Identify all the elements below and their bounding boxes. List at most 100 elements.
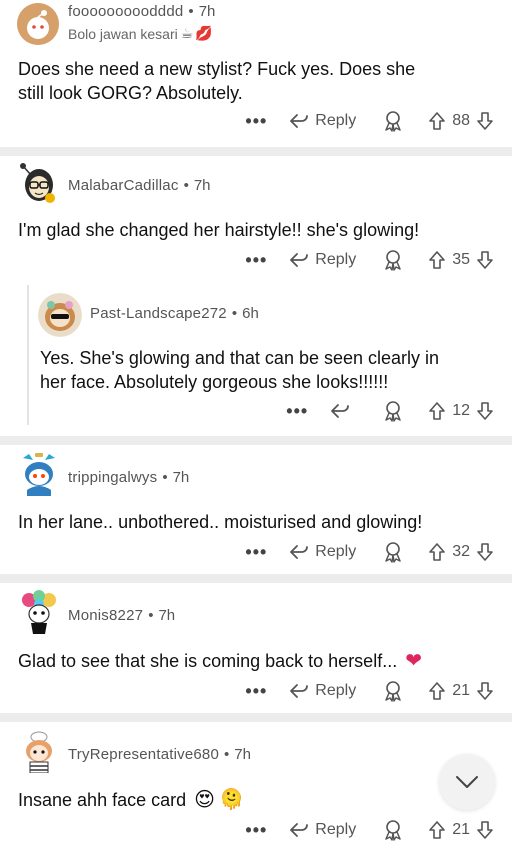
reply-arrow-icon: [290, 823, 309, 837]
username[interactable]: trippingalwys: [68, 469, 157, 486]
upvote-arrow-icon[interactable]: [428, 111, 446, 131]
vote-count: 21: [452, 821, 470, 838]
comment-header: trippingalwys • 7h: [68, 469, 189, 486]
comment-body: In her lane.. unbothered.. moisturised a…: [18, 512, 423, 532]
downvote-arrow-icon[interactable]: [476, 542, 494, 562]
reply-arrow-icon: [290, 253, 309, 267]
comment-actions: ••• Reply 21: [245, 817, 494, 843]
scroll-down-button[interactable]: [439, 754, 495, 810]
vote-controls: 12: [428, 401, 494, 421]
separator-dot: •: [188, 3, 194, 20]
separator-dot: •: [162, 469, 168, 486]
more-options-icon[interactable]: •••: [245, 251, 267, 269]
timestamp: 7h: [193, 177, 211, 194]
more-options-icon[interactable]: •••: [245, 821, 267, 839]
award-icon: [385, 401, 401, 422]
downvote-arrow-icon[interactable]: [476, 250, 494, 270]
more-options-icon[interactable]: •••: [286, 402, 308, 420]
username[interactable]: TryRepresentative680: [68, 746, 219, 763]
award-button[interactable]: [382, 400, 404, 422]
award-icon: [385, 542, 401, 563]
vote-count: 12: [452, 402, 470, 419]
comment-body: I'm glad she changed her hairstyle!! she…: [18, 220, 420, 240]
vote-count: 32: [452, 543, 470, 560]
more-options-icon[interactable]: •••: [245, 543, 267, 561]
heart-eyes-emoji-icon: 😍: [194, 789, 215, 811]
username[interactable]: Monis8227: [68, 607, 143, 624]
timestamp: 7h: [158, 607, 176, 624]
comment-actions: ••• Reply 88: [245, 108, 494, 134]
downvote-arrow-icon[interactable]: [476, 820, 494, 840]
lips-emoji-icon: 💋: [195, 25, 213, 41]
avatar[interactable]: [38, 293, 82, 337]
comment-actions: ••• Reply 35: [245, 247, 494, 273]
username[interactable]: fooooooooodddd: [68, 3, 183, 20]
vote-count: 88: [452, 112, 470, 129]
separator-dot: •: [231, 305, 238, 322]
comment-body: Glad to see that she is coming back to h…: [18, 650, 422, 672]
melting-face-emoji-icon: 🫠: [218, 789, 244, 811]
reply-arrow-icon: [290, 684, 309, 698]
username[interactable]: MalabarCadillac: [68, 177, 179, 194]
upvote-arrow-icon[interactable]: [428, 681, 446, 701]
reply-button[interactable]: Reply: [289, 543, 356, 561]
vote-controls: 88: [428, 111, 494, 131]
red-heart-emoji-icon: ❤: [405, 650, 422, 672]
award-button[interactable]: [382, 249, 404, 271]
vote-controls: 32: [428, 542, 494, 562]
reply-button[interactable]: Reply: [289, 821, 356, 839]
reply-arrow-icon: [331, 404, 350, 418]
comment-header: Past-Landscape272 • 6h: [90, 305, 259, 322]
comment-body: Insane ahh face card 😍 🫠: [18, 789, 244, 811]
username[interactable]: Past-Landscape272: [90, 305, 227, 322]
comment-header: TryRepresentative680 • 7h: [68, 746, 251, 763]
award-button[interactable]: [382, 819, 404, 841]
avatar[interactable]: [17, 163, 61, 207]
reply-button[interactable]: Reply: [289, 251, 356, 269]
chevron-down-icon: [456, 776, 478, 788]
vote-controls: 21: [428, 820, 494, 840]
comment-actions: ••• 12: [286, 398, 494, 424]
timestamp: 6h: [242, 305, 259, 322]
award-icon: [385, 681, 401, 702]
coffee-emoji-icon: ☕: [180, 25, 194, 41]
more-options-icon[interactable]: •••: [245, 682, 267, 700]
downvote-arrow-icon[interactable]: [476, 681, 494, 701]
comment-header: MalabarCadillac • 7h: [68, 177, 211, 194]
award-button[interactable]: [382, 110, 404, 132]
reply-arrow-icon: [290, 545, 309, 559]
vote-controls: 35: [428, 250, 494, 270]
award-icon: [385, 250, 401, 271]
timestamp: 7h: [172, 469, 190, 486]
avatar[interactable]: [17, 590, 61, 634]
comment-divider: [0, 713, 512, 722]
upvote-arrow-icon[interactable]: [428, 820, 446, 840]
downvote-arrow-icon[interactable]: [476, 111, 494, 131]
upvote-arrow-icon[interactable]: [428, 542, 446, 562]
comment-divider: [0, 436, 512, 445]
comment-body: Does she need a new stylist? Fuck yes. D…: [18, 59, 416, 103]
separator-dot: •: [148, 607, 154, 624]
timestamp: 7h: [198, 3, 216, 20]
more-options-icon[interactable]: •••: [245, 112, 267, 130]
user-flair: Bolo jawan kesari ☕ 💋: [68, 25, 213, 42]
avatar[interactable]: [17, 452, 61, 496]
vote-controls: 21: [428, 681, 494, 701]
comment-body: Yes. She's glowing and that can be seen …: [40, 348, 440, 392]
reply-arrow-icon: [290, 114, 309, 128]
upvote-arrow-icon[interactable]: [428, 250, 446, 270]
reply-button[interactable]: [330, 402, 356, 420]
award-icon: [385, 111, 401, 132]
reply-button[interactable]: Reply: [289, 682, 356, 700]
comment-header: Monis8227 • 7h: [68, 607, 175, 624]
thread-line[interactable]: [27, 285, 29, 425]
comment-actions: ••• Reply 21: [245, 678, 494, 704]
award-button[interactable]: [382, 680, 404, 702]
award-icon: [385, 820, 401, 841]
award-button[interactable]: [382, 541, 404, 563]
avatar[interactable]: [17, 3, 59, 45]
reply-button[interactable]: Reply: [289, 112, 356, 130]
avatar[interactable]: [17, 729, 61, 773]
upvote-arrow-icon[interactable]: [428, 401, 446, 421]
downvote-arrow-icon[interactable]: [476, 401, 494, 421]
